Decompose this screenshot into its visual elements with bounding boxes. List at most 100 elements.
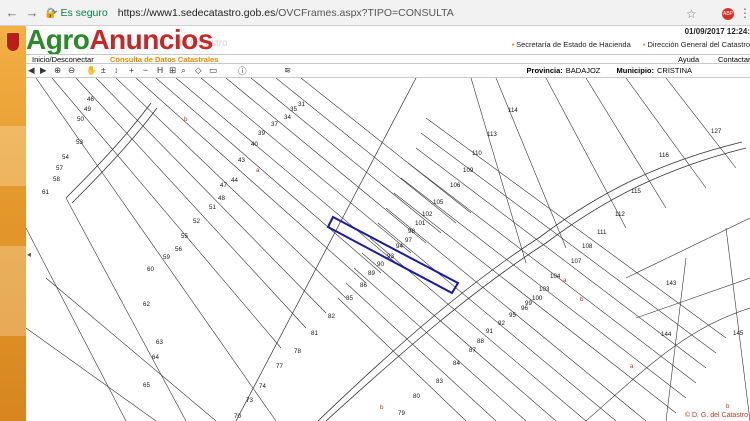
parcel-number[interactable]: 102 xyxy=(422,211,433,218)
parcel-number[interactable]: 111 xyxy=(597,229,607,236)
parcel-number[interactable]: 46 xyxy=(87,96,94,103)
parcel-number[interactable]: 116 xyxy=(659,152,669,159)
fullview-icon[interactable]: ⊞ xyxy=(169,65,176,76)
home-icon[interactable]: H xyxy=(157,65,163,75)
parcel-number[interactable]: 74 xyxy=(259,383,266,390)
parcel-number[interactable]: 78 xyxy=(294,348,301,355)
parcel-number[interactable]: 31 xyxy=(298,101,305,108)
parcel-number[interactable]: 86 xyxy=(360,282,367,289)
parcel-number[interactable]: 113 xyxy=(487,131,497,138)
add-icon[interactable]: + xyxy=(129,65,134,75)
parcel-number[interactable]: 143 xyxy=(666,280,677,287)
parcel-number[interactable]: 101 xyxy=(415,220,426,227)
parcel-number[interactable]: 93 xyxy=(387,253,394,260)
parcel-number[interactable]: 62 xyxy=(143,301,150,308)
parcel-number[interactable]: 105 xyxy=(433,199,444,206)
parcel-number[interactable]: 63 xyxy=(156,339,163,346)
pan-right-icon[interactable]: ▶ xyxy=(40,65,47,76)
map-canvas[interactable]: 46 4950 53 54 57 58 61 313534 37 3940 43 44 47 4851 52… xyxy=(26,78,750,421)
pan-left-icon[interactable]: ◀ xyxy=(28,65,35,76)
parcel-number[interactable]: 112 xyxy=(615,211,625,218)
menu-inicio[interactable]: Inicio/Desconectar xyxy=(32,55,94,64)
parcel-number[interactable]: 43 xyxy=(238,157,245,164)
parcel-number[interactable]: 107 xyxy=(571,258,582,265)
parcel-number[interactable]: 144 xyxy=(661,331,672,338)
back-icon[interactable]: ← xyxy=(4,5,20,21)
parcel-number[interactable]: 88 xyxy=(477,338,484,345)
parcel-number[interactable]: 97 xyxy=(405,237,412,244)
parcel-number[interactable]: 83 xyxy=(436,378,443,385)
pan-hand-icon[interactable]: ✋ xyxy=(86,65,97,76)
parcel-number[interactable]: 73 xyxy=(246,397,253,404)
parcel-number[interactable]: 58 xyxy=(53,176,60,183)
forward-icon[interactable]: → xyxy=(24,5,40,21)
browser-menu-icon[interactable]: ⋮ xyxy=(739,6,750,20)
parcel-number[interactable]: 47 xyxy=(220,182,227,189)
parcel-number[interactable]: 37 xyxy=(271,121,278,128)
link-secretaria[interactable]: ▪ Secretaría de Estado de Hacienda xyxy=(511,40,630,49)
map-scroll-left-icon[interactable]: ◂ xyxy=(27,250,31,259)
parcel-number[interactable]: 109 xyxy=(463,167,474,174)
parcel-number[interactable]: 80 xyxy=(413,393,420,400)
parcel-number[interactable]: 108 xyxy=(582,243,593,250)
url-text[interactable]: https://www1.sedecatastro.gob.es/OVCFram… xyxy=(118,7,454,19)
parcel-number[interactable]: 115 xyxy=(631,188,641,195)
parcel-number[interactable]: 44 xyxy=(231,177,238,184)
zoom-plus-minus-icon[interactable]: ± xyxy=(101,65,106,75)
bookmark-star-icon[interactable]: ☆ xyxy=(686,7,697,21)
parcel-number[interactable]: 89 xyxy=(368,270,375,277)
parcel-number[interactable]: 95 xyxy=(509,312,516,319)
parcel-number[interactable]: 49 xyxy=(84,106,91,113)
parcel-number[interactable]: 90 xyxy=(377,261,384,268)
parcel-number[interactable]: 60 xyxy=(147,266,154,273)
parcel-number[interactable]: 114 xyxy=(508,107,518,114)
parcel-number[interactable]: 48 xyxy=(218,195,225,202)
parcel-number[interactable]: 65 xyxy=(143,382,150,389)
parcel-number[interactable]: 52 xyxy=(193,218,200,225)
parcel-number[interactable]: 106 xyxy=(450,182,461,189)
parcel-number[interactable]: 84 xyxy=(453,360,460,367)
menu-ayuda[interactable]: Ayuda xyxy=(678,55,699,64)
parcel-number[interactable]: 50 xyxy=(77,116,84,123)
menu-consulta[interactable]: Consulta de Datos Catastrales xyxy=(110,55,218,64)
parcel-number[interactable]: 94 xyxy=(396,243,403,250)
ruler-icon[interactable]: ⌕ xyxy=(181,65,186,76)
menu-contactar[interactable]: Contactar xyxy=(718,55,750,64)
layers-icon[interactable]: ≋ xyxy=(284,65,291,76)
parcel-number[interactable]: 103 xyxy=(539,286,550,293)
parcel-number[interactable]: 85 xyxy=(346,295,353,302)
zoom-out-icon[interactable]: ⊖ xyxy=(68,65,75,76)
parcel-number[interactable]: 82 xyxy=(328,313,335,320)
parcel-number[interactable]: 100 xyxy=(532,295,543,302)
info-icon[interactable]: ⓘ xyxy=(238,65,247,77)
parcel-number[interactable]: 64 xyxy=(152,354,159,361)
parcel-number[interactable]: 77 xyxy=(276,363,283,370)
parcel-number[interactable]: 110 xyxy=(472,150,482,157)
scale-icon[interactable]: ↕ xyxy=(114,65,118,75)
parcel-number[interactable]: 39 xyxy=(258,130,265,137)
minus-icon[interactable]: − xyxy=(143,65,148,75)
parcel-number[interactable]: 127 xyxy=(711,128,722,135)
parcel-number[interactable]: 98 xyxy=(408,228,415,235)
parcel-number[interactable]: 70 xyxy=(234,413,241,420)
parcel-number[interactable]: 87 xyxy=(469,347,476,354)
parcel-number[interactable]: 40 xyxy=(251,141,258,148)
select-area-icon[interactable]: ◇ xyxy=(195,65,202,76)
cadastral-map[interactable]: 46 49 50 53 54 57 58 61 31 35 34 37 39 40 43 44 47 48 51 52… xyxy=(26,78,750,421)
parcel-number[interactable]: 55 xyxy=(181,233,188,240)
parcel-number[interactable]: 34 xyxy=(284,114,291,121)
parcel-number[interactable]: 81 xyxy=(311,330,318,337)
parcel-number[interactable]: 79 xyxy=(398,410,405,417)
zoom-in-icon[interactable]: ⊕ xyxy=(54,65,61,76)
parcel-number[interactable]: 59 xyxy=(163,254,170,261)
address-bar[interactable]: 🔒 Es seguro https://www1.sedecatastro.go… xyxy=(44,3,684,23)
parcel-number[interactable]: 35 xyxy=(290,106,297,113)
parcel-number[interactable]: 96 xyxy=(521,305,528,312)
parcel-number[interactable]: 61 xyxy=(42,189,49,196)
parcel-number[interactable]: 51 xyxy=(209,204,216,211)
parcel-number[interactable]: 104 xyxy=(550,273,561,280)
print-icon[interactable]: ▭ xyxy=(209,65,217,76)
parcel-number[interactable]: 92 xyxy=(498,320,505,327)
parcel-number[interactable]: 145 xyxy=(733,330,744,337)
parcel-number[interactable]: 57 xyxy=(56,165,63,172)
